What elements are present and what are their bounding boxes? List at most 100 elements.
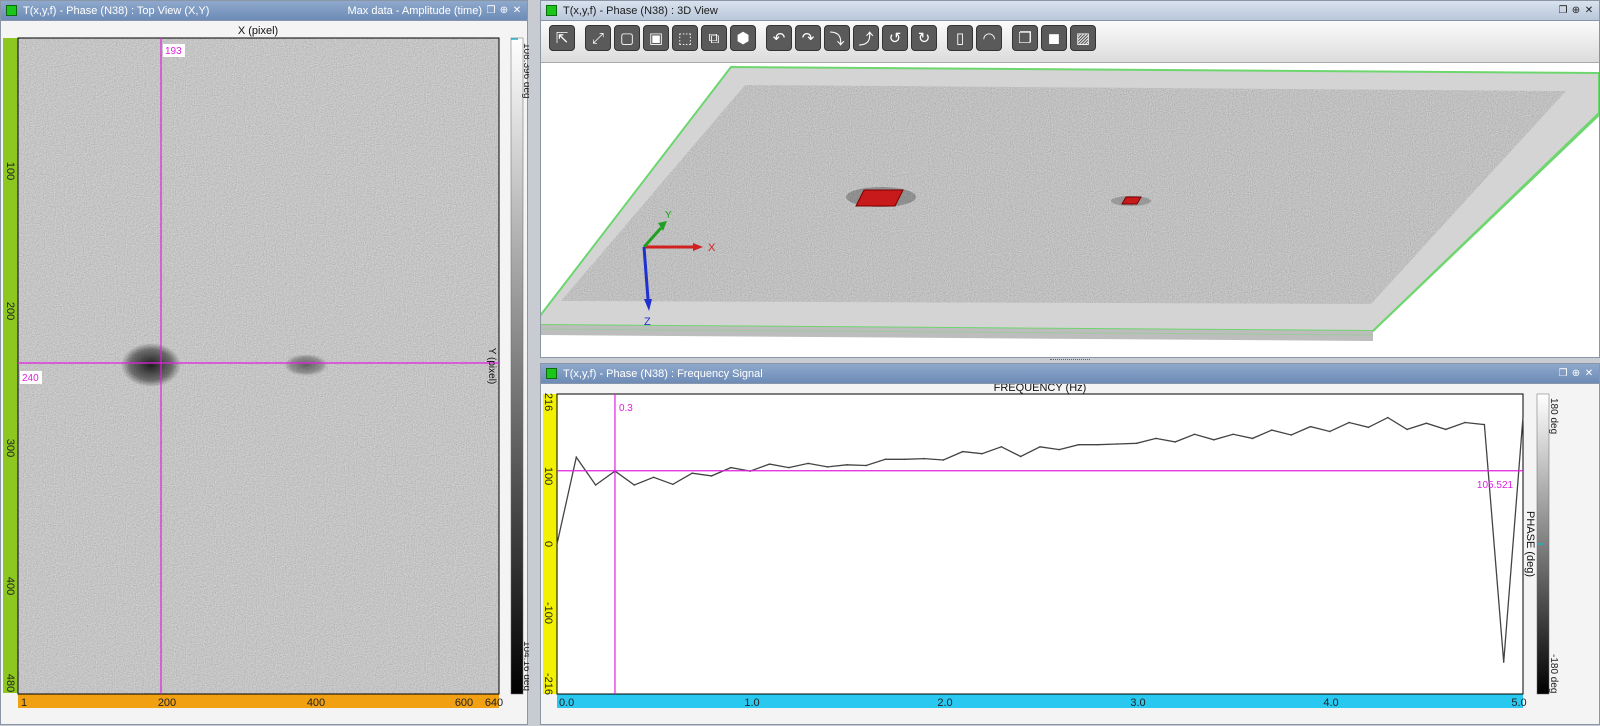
cube-red-icon[interactable]: ▣ [643,25,669,51]
restore-icon[interactable]: ❐ [486,5,496,16]
phase-point [1193,433,1196,436]
pin-icon[interactable]: ⊕ [499,5,509,16]
phase-point [981,452,983,455]
defect-marker-small [1121,196,1142,205]
plot-area[interactable] [556,393,1524,695]
x-tick: 200 [158,697,176,709]
hatch-icon[interactable]: ▨ [1070,25,1096,51]
colorbar-max: 108.396 deg [521,43,529,99]
y-tick: 216 [542,393,554,411]
top-view-titlebar[interactable]: T(x,y,f) - Phase (N38) : Top View (X,Y) … [1,1,527,21]
defect-marker-large [855,189,904,207]
x-tick: 640 [485,697,503,709]
rotate-right-icon[interactable]: ↷ [795,25,821,51]
x-axis-text: X [708,242,716,254]
colorbar-min: 104.16 deg [521,641,529,691]
rotate-ccw-icon[interactable]: ↺ [882,25,908,51]
pin-icon[interactable]: ⊕ [1571,368,1581,379]
phase-point [865,464,867,467]
cube-iso-icon[interactable]: ⬢ [730,25,756,51]
x-tick: 3.0 [1130,697,1145,709]
phase-point [710,475,713,477]
rotate-left-icon[interactable]: ↶ [766,25,792,51]
rotate-up-icon[interactable]: ⤴ [853,25,879,51]
phase-point [1329,430,1331,433]
restore-icon[interactable]: ❐ [1558,368,1568,379]
cube-red-wire-icon[interactable]: ⧉ [701,25,727,51]
phase-point [730,466,732,469]
phase-point [1425,422,1428,424]
3d-view-title: T(x,y,f) - Phase (N38) : 3D View [563,4,718,17]
close-icon[interactable]: ✕ [512,5,522,16]
splitter-handle[interactable] [1050,359,1090,362]
x-tick: 5.0 [1511,697,1526,709]
phase-point [923,457,925,460]
colorbar-min: -180 deg [1548,654,1559,693]
ruler-icon[interactable]: ▯ [947,25,973,51]
phase-point [807,462,809,465]
box-solid-icon[interactable]: ◼ [1041,25,1067,51]
y-tick: 100 [4,162,16,180]
phase-point [1502,661,1505,663]
phase-point [594,484,597,486]
dome-icon[interactable]: ◠ [976,25,1002,51]
phase-point [672,483,674,486]
phase-point [884,458,887,461]
pin-icon[interactable]: ⊕ [1571,5,1581,16]
defect-large [121,343,181,387]
y-tick: -216 [542,673,554,695]
frequency-titlebar[interactable]: T(x,y,f) - Phase (N38) : Frequency Signa… [541,364,1599,384]
window-status-icon [546,368,557,379]
phase-point [1155,437,1157,440]
top-view-plot[interactable]: 193 240 X (pixel) Y (pixel) 100 200 300 … [1,21,529,726]
phase-point [1290,434,1292,436]
fit-icon[interactable]: ⤢ [585,25,611,51]
x-axis-bar[interactable] [557,694,1523,708]
x-tick: 1 [21,697,27,709]
cube-front-icon[interactable]: ▢ [614,25,640,51]
phase-point [1213,439,1215,441]
phase-point [961,450,964,453]
rotate-down-icon[interactable]: ⤵ [824,25,850,51]
phase-point [768,463,771,465]
x-axis-label: X (pixel) [238,25,278,37]
phase-point [1444,428,1447,431]
phase-point [633,484,636,486]
colorbar-max: 180 deg [1548,398,1559,434]
cursor-x-value: 0.3 [619,403,633,414]
phase-point [1000,445,1003,448]
close-icon[interactable]: ✕ [1584,368,1594,379]
x-axis-label: FREQUENCY (Hz) [994,384,1087,394]
phase-point [652,476,655,479]
x-tick: 600 [455,697,473,709]
phase-point [1464,421,1466,424]
frequency-plot[interactable]: FREQUENCY (Hz) PHASE (deg) 216 100 0 -10… [541,384,1599,724]
phase-point [691,472,694,474]
phase-point [1386,416,1389,419]
3d-view-titlebar[interactable]: T(x,y,f) - Phase (N38) : 3D View ❐ ⊕ ✕ [541,1,1599,21]
box-outline-icon[interactable]: ❐ [1012,25,1038,51]
3d-scene[interactable]: X Y Z [541,63,1599,357]
window-status-icon [546,5,557,16]
cube-wire-icon[interactable]: ⬚ [672,25,698,51]
close-icon[interactable]: ✕ [1584,5,1594,16]
colorbar[interactable] [510,37,524,695]
rotate-cw-icon[interactable]: ↻ [911,25,937,51]
x-tick: 4.0 [1323,697,1338,709]
phase-point [1367,426,1370,429]
phase-point [1309,425,1312,428]
phase-point [1135,442,1138,445]
phase-point [1251,437,1254,440]
phase-point [1232,433,1234,436]
thermal-image[interactable] [18,38,499,694]
restore-icon[interactable]: ❐ [1558,5,1568,16]
3d-view-panel: T(x,y,f) - Phase (N38) : 3D View ❐ ⊕ ✕ ⇱… [540,0,1600,358]
phase-point [788,466,790,469]
cursor-x-value: 193 [165,46,182,57]
phase-point [826,466,829,468]
top-view-panel: T(x,y,f) - Phase (N38) : Top View (X,Y) … [0,0,529,726]
select-icon[interactable]: ⇱ [549,25,575,51]
x-axis-bar[interactable] [18,694,499,708]
top-view-max-data-label: Max data - Amplitude (time) [347,4,483,17]
phase-point [1077,443,1080,446]
